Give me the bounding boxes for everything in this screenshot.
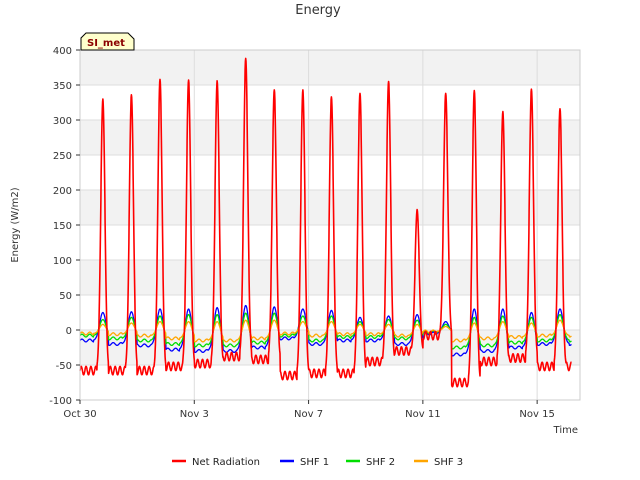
- x-tick-label: Nov 15: [519, 409, 554, 420]
- y-tick-label: 250: [53, 151, 72, 162]
- y-tick-label: 100: [53, 256, 72, 267]
- chart-title: Energy: [295, 3, 341, 18]
- legend-label: Net Radiation: [192, 457, 260, 468]
- legend-item-shf-2: SHF 2: [346, 457, 395, 468]
- x-tick-label: Nov 3: [180, 409, 209, 420]
- legend-item-net-radiation: Net Radiation: [172, 457, 260, 468]
- legend-item-shf-3: SHF 3: [414, 457, 463, 468]
- energy-chart: Energy -100 -50 0 50 100 150 200 250 300 350 400 Oc…: [10, 3, 581, 468]
- x-tick-label: Nov 7: [294, 409, 323, 420]
- y-tick-label: 200: [53, 186, 72, 197]
- legend-label: SHF 3: [434, 457, 463, 468]
- y-tick-label: 300: [53, 116, 72, 127]
- badge-label: SI_met: [87, 38, 125, 49]
- legend-label: SHF 2: [366, 457, 395, 468]
- y-tick-label: 0: [66, 326, 72, 337]
- station-badge: SI_met: [80, 32, 135, 51]
- y-tick-label: -100: [49, 396, 72, 407]
- y-tick-label: -50: [56, 361, 72, 372]
- legend-item-shf-1: SHF 1: [280, 457, 329, 468]
- plot-band: [80, 50, 580, 85]
- y-tick-label: 150: [53, 221, 72, 232]
- y-axis-label: Energy (W/m2): [10, 187, 21, 262]
- x-axis-label: Time: [553, 425, 578, 436]
- y-tick-label: 50: [59, 291, 72, 302]
- y-tick-label: 350: [53, 81, 72, 92]
- legend: Net Radiation SHF 1 SHF 2 SHF 3: [172, 457, 463, 468]
- x-tick-label: Nov 11: [405, 409, 440, 420]
- x-tick-label: Oct 30: [63, 409, 96, 420]
- legend-label: SHF 1: [300, 457, 329, 468]
- y-tick-label: 400: [53, 46, 72, 57]
